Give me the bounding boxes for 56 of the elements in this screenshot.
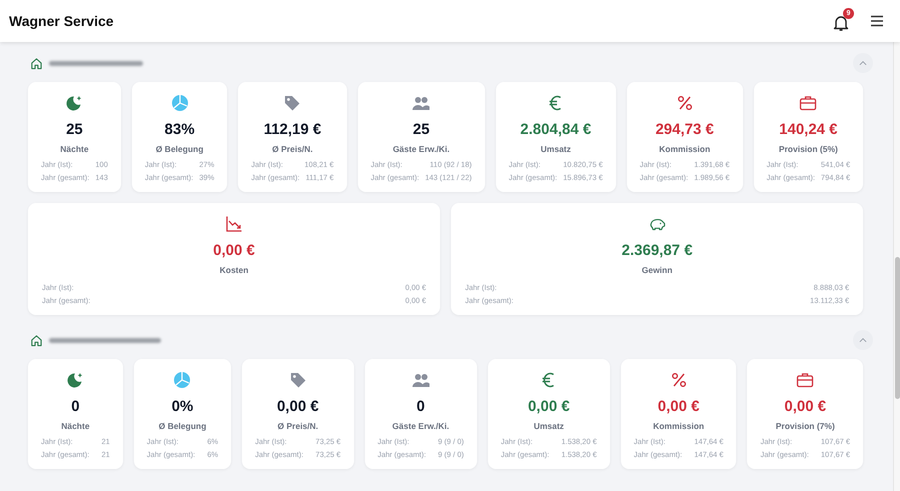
stat-label: Ø Preis/N.	[272, 144, 313, 154]
stat-label: Nächte	[61, 421, 90, 431]
home-icon	[30, 334, 43, 346]
stat-value: 25	[412, 121, 430, 138]
stat-label: Ø Preis/N.	[278, 421, 318, 431]
bell-icon	[833, 14, 849, 32]
stat-label: Provision (5%)	[778, 144, 838, 154]
stat-label: Kosten	[220, 265, 248, 275]
percent-icon	[670, 371, 688, 389]
stat-label: Kommission	[653, 421, 704, 431]
menu-icon	[870, 15, 884, 27]
stat-label: Gäste Erw./Ki.	[392, 144, 450, 154]
menu-button[interactable]	[868, 13, 886, 29]
stat-label: Umsatz	[534, 421, 564, 431]
pie-chart-icon	[173, 371, 192, 389]
stat-value: 2.804,84 €	[520, 121, 592, 138]
percent-icon	[676, 94, 694, 112]
stat-label: Nächte	[60, 144, 89, 154]
stat-label: Umsatz	[540, 144, 571, 154]
stat-label: Ø Belegung	[156, 144, 204, 154]
stat-value: 0	[416, 398, 425, 415]
people-icon	[412, 94, 430, 112]
stat-label: Gewinn	[642, 265, 672, 275]
stat-value: 83%	[164, 121, 195, 138]
pie-chart-icon	[170, 94, 189, 112]
chevron-up-icon	[859, 60, 868, 66]
moon-icon	[66, 371, 84, 389]
home-icon	[30, 56, 43, 70]
collapse-button[interactable]	[853, 53, 874, 73]
stat-value: 0	[71, 398, 80, 415]
stat-value: 25	[66, 121, 83, 138]
tag-icon	[288, 371, 307, 389]
stat-label: Ø Belegung	[158, 421, 206, 431]
stat-value: 112,19 €	[264, 121, 322, 138]
chevron-up-icon	[859, 337, 868, 343]
stat-value: 0,00 €	[213, 242, 255, 259]
stat-value: 294,73 €	[655, 121, 714, 138]
stat-value: 2.369,87 €	[622, 242, 693, 259]
collapse-button[interactable]	[853, 330, 874, 350]
stat-value: 0,00 €	[784, 398, 826, 415]
stat-value: 0%	[172, 398, 194, 415]
scrollbar[interactable]	[893, 42, 900, 491]
people-icon	[412, 371, 430, 389]
moon-icon	[65, 94, 84, 112]
tag-icon	[283, 94, 302, 112]
chart-down-icon	[225, 215, 244, 233]
stat-label: Kommission	[659, 144, 710, 154]
stat-value: 0,00 €	[528, 398, 570, 415]
stat-label: Provision (7%)	[776, 421, 835, 431]
stat-value: 140,24 €	[779, 121, 838, 138]
stat-value: 0,00 €	[276, 398, 319, 415]
stat-value: 0,00 €	[658, 398, 700, 415]
briefcase-icon	[796, 371, 814, 389]
stat-label: Gäste Erw./Ki.	[392, 421, 450, 431]
app-title: Wagner Service	[9, 13, 114, 29]
briefcase-icon	[799, 94, 818, 112]
